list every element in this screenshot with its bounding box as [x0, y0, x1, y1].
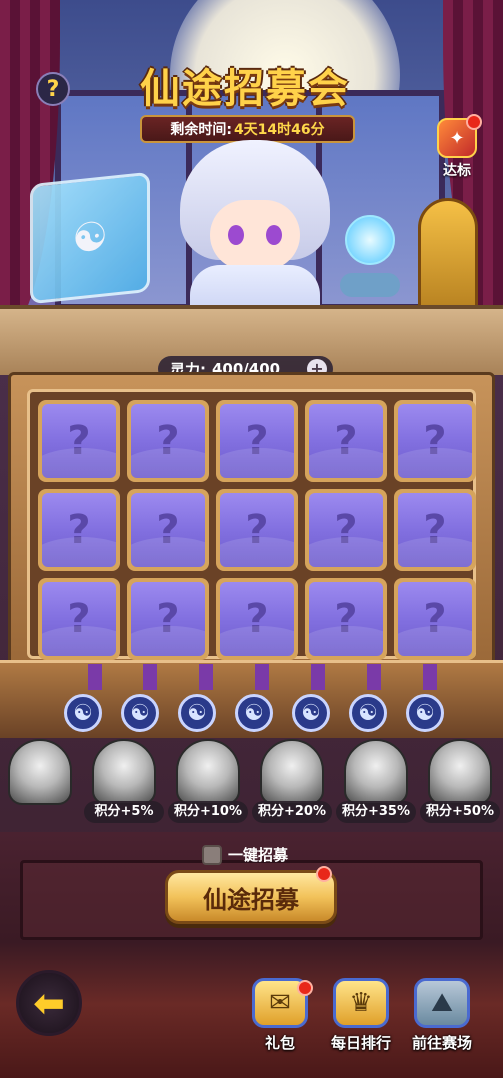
- gift-pack-label: 礼包: [264, 1034, 295, 1052]
- hero-card[interactable]: 积分+20%: [252, 735, 332, 835]
- hero-portrait: [176, 739, 240, 805]
- mystery-card[interactable]: ?: [38, 400, 120, 482]
- timer-value: 4天14时46分: [233, 122, 325, 138]
- mystery-card[interactable]: ?: [394, 489, 476, 571]
- taiji-markers: ☯ ☯ ☯ ☯ ☯ ☯ ☯: [64, 694, 444, 732]
- question-mark-icon: ?: [131, 493, 205, 567]
- mystery-card[interactable]: ?: [127, 400, 209, 482]
- mystery-card[interactable]: ?: [216, 489, 298, 571]
- hero-portrait: [92, 739, 156, 805]
- recruit-board: ???????????????: [8, 372, 495, 672]
- ribbon-decoration: [311, 664, 325, 690]
- hero-portrait: [260, 739, 324, 805]
- question-mark-icon: ?: [398, 582, 472, 656]
- card-grid: ???????????????: [38, 400, 476, 660]
- hero-card[interactable]: 积分+35%: [336, 735, 416, 835]
- mystery-card[interactable]: ?: [216, 400, 298, 482]
- hero-bonus-label: 积分+10%: [168, 801, 248, 823]
- question-mark-icon: ?: [309, 582, 383, 656]
- recruit-button[interactable]: 仙途招募: [165, 870, 337, 924]
- achievement-button[interactable]: ✦ 达标: [432, 114, 482, 180]
- mystery-card[interactable]: ?: [38, 578, 120, 660]
- one-key-recruit-toggle[interactable]: 一键招募: [202, 844, 288, 865]
- question-mark-icon: ?: [131, 582, 205, 656]
- remaining-time-badge: 剩余时间: 4天14时46分: [140, 115, 355, 143]
- timer-label: 剩余时间:: [170, 122, 232, 138]
- notification-dot: [466, 114, 482, 130]
- hero-bonus-label: 积分+20%: [252, 801, 332, 823]
- question-mark-icon: ?: [42, 493, 116, 567]
- arena-icon: ⛰: [414, 978, 470, 1028]
- notification-dot: [297, 980, 313, 996]
- mystery-card[interactable]: ?: [38, 489, 120, 571]
- go-arena-button[interactable]: ⛰ 前往赛场: [405, 978, 479, 1060]
- hero-bonus-label: 积分+5%: [84, 801, 164, 823]
- daily-ranking-label: 每日排行: [330, 1034, 391, 1052]
- hero-portrait: [8, 739, 72, 805]
- question-icon: ?: [46, 76, 60, 102]
- ribbon-decoration: [423, 664, 437, 690]
- achievement-label: 达标: [443, 163, 471, 179]
- mystery-card[interactable]: ?: [127, 489, 209, 571]
- hero-card[interactable]: 积分+10%: [168, 735, 248, 835]
- mystery-card[interactable]: ?: [394, 578, 476, 660]
- question-mark-icon: ?: [42, 582, 116, 656]
- gift-pack-button[interactable]: ✉ 礼包: [243, 978, 317, 1060]
- main-character-illustration: [170, 140, 340, 335]
- go-arena-label: 前往赛场: [411, 1034, 472, 1052]
- question-mark-icon: ?: [309, 404, 383, 478]
- help-button[interactable]: ?: [36, 72, 70, 106]
- hero-card[interactable]: [0, 735, 80, 835]
- mystery-card[interactable]: ?: [216, 578, 298, 660]
- back-button[interactable]: ⬅: [16, 970, 82, 1036]
- daily-ranking-button[interactable]: ♛ 每日排行: [324, 978, 398, 1060]
- ribbon-decoration: [143, 664, 157, 690]
- hero-card[interactable]: 积分+50%: [420, 735, 500, 835]
- mystery-card[interactable]: ?: [305, 489, 387, 571]
- taiji-icon: ☯: [178, 694, 216, 732]
- taiji-hologram-panel: ☯: [30, 171, 150, 305]
- mystery-card[interactable]: ?: [127, 578, 209, 660]
- taiji-icon: ☯: [292, 694, 330, 732]
- hero-portrait: [344, 739, 408, 805]
- hero-card[interactable]: 积分+5%: [84, 735, 164, 835]
- ribbon-decoration: [88, 664, 102, 690]
- question-mark-icon: ?: [131, 404, 205, 478]
- hero-portrait: [428, 739, 492, 805]
- one-key-label: 一键招募: [228, 846, 289, 864]
- taiji-icon: ☯: [64, 694, 102, 732]
- arrow-left-icon: ⬅: [33, 981, 65, 1025]
- question-mark-icon: ?: [42, 404, 116, 478]
- question-mark-icon: ?: [220, 493, 294, 567]
- taiji-icon: ☯: [349, 694, 387, 732]
- question-mark-icon: ?: [398, 404, 472, 478]
- event-scene: ? 仙途招募会 剩余时间: 4天14时46分 ✦ 达标 ☯ 灵力: 400/40…: [0, 0, 503, 1078]
- ribbon-decoration: [367, 664, 381, 690]
- hero-bonus-label: 积分+50%: [420, 801, 500, 823]
- question-mark-icon: ?: [220, 404, 294, 478]
- hero-reward-row: 积分+5% 积分+10% 积分+20% 积分+35% 积分+50%: [0, 735, 503, 835]
- question-mark-icon: ?: [309, 493, 383, 567]
- taiji-icon: ☯: [121, 694, 159, 732]
- mystery-card[interactable]: ?: [394, 400, 476, 482]
- event-title: 仙途招募会: [140, 65, 350, 112]
- ranking-icon: ♛: [333, 978, 389, 1028]
- question-mark-icon: ?: [398, 493, 472, 567]
- notification-dot: [316, 866, 332, 882]
- ribbon-decoration: [255, 664, 269, 690]
- mystery-card[interactable]: ?: [305, 400, 387, 482]
- one-key-checkbox[interactable]: [202, 844, 222, 865]
- taiji-icon: ☯: [235, 694, 273, 732]
- mystery-card[interactable]: ?: [305, 578, 387, 660]
- ribbon-decoration: [199, 664, 213, 690]
- hero-bonus-label: 积分+35%: [336, 801, 416, 823]
- question-mark-icon: ?: [220, 582, 294, 656]
- spirit-orb-decoration: [340, 215, 400, 305]
- taiji-icon: ☯: [406, 694, 444, 732]
